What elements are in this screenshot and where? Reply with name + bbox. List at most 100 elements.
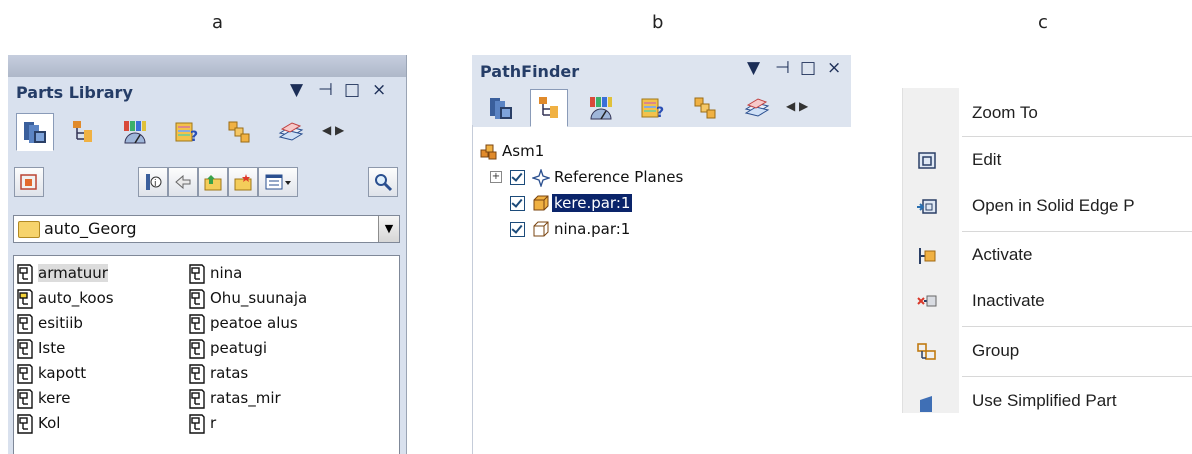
part-properties-button[interactable]: i	[138, 167, 168, 197]
menu-item-group[interactable]: Group	[902, 330, 1192, 374]
tab-family-members[interactable]	[220, 113, 258, 151]
part-file-icon	[17, 264, 33, 284]
part-file-icon	[189, 414, 205, 434]
feature-library-tab-icon: ?	[175, 122, 198, 145]
pathfinder-title: PathFinder	[480, 62, 580, 81]
file-name: kapott	[38, 364, 87, 382]
menu-item-activate[interactable]: Activate	[902, 234, 1192, 278]
file-list[interactable]: armatuur auto_koos esitiib Iste kapott kere Ko…	[13, 255, 400, 454]
folder-select-value: auto_Georg	[44, 219, 137, 238]
search-icon	[375, 174, 393, 192]
visibility-checkbox[interactable]	[510, 196, 525, 211]
pathfinder-panel: PathFinder ▼ ⊣ □ × ? ◀ ▶ Asm1 + Referenc…	[472, 55, 852, 454]
parts-library-tab-row: ? ◀ ▶	[12, 113, 402, 153]
menu-item-label: Inactivate	[972, 291, 1045, 310]
menu-item-label: Activate	[972, 245, 1033, 264]
sensors-tab-icon	[590, 97, 612, 120]
parts-library-toolbar: i	[12, 167, 402, 203]
menu-separator	[962, 136, 1192, 137]
maximize-icon[interactable]: □	[344, 80, 360, 100]
file-name: ratas_mir	[210, 389, 281, 407]
part-file-icon	[17, 314, 33, 334]
chevron-down-icon[interactable]: ▼	[378, 216, 399, 242]
layers-tab-icon	[744, 98, 770, 117]
part-file-icon	[189, 389, 205, 409]
tab-layers[interactable]	[738, 89, 776, 127]
tree-label-kere: kere.par:1	[552, 194, 633, 212]
tab-pathfinder[interactable]	[530, 89, 568, 127]
menu-item-zoom-to[interactable]: Zoom To	[902, 92, 1192, 136]
pathfinder-tab-icon	[539, 97, 558, 118]
menu-item-label: Open in Solid Edge P	[972, 196, 1135, 215]
feature-library-tab-icon: ?	[641, 98, 664, 121]
pathfinder-tab-icon	[73, 121, 92, 142]
tab-scroll-arrows[interactable]: ◀ ▶	[786, 99, 808, 113]
visibility-checkbox[interactable]	[510, 170, 525, 185]
up-folder-icon	[204, 175, 222, 191]
inactivate-icon	[917, 295, 937, 307]
place-part-button[interactable]	[14, 167, 44, 197]
search-button[interactable]	[368, 167, 398, 197]
maximize-icon[interactable]: □	[800, 58, 816, 78]
menu-item-edit[interactable]: Edit	[902, 139, 1192, 183]
tab-layers[interactable]	[272, 113, 310, 151]
view-options-button[interactable]	[258, 167, 298, 197]
family-members-tab-icon	[228, 121, 250, 143]
menu-item-inactivate[interactable]: Inactivate	[902, 280, 1192, 324]
close-icon[interactable]: ×	[372, 80, 386, 100]
part-outline-icon	[533, 221, 549, 237]
assembly-icon	[480, 144, 497, 160]
part-file-icon	[17, 414, 33, 434]
tab-parts-library[interactable]	[16, 113, 54, 151]
place-part-icon	[20, 174, 37, 190]
tab-sensors[interactable]	[582, 89, 620, 127]
up-folder-button[interactable]	[198, 167, 228, 197]
menu-item-use-simplified-part[interactable]: Use Simplified Part	[902, 380, 1192, 413]
sensors-tab-icon	[124, 121, 146, 144]
back-button[interactable]	[168, 167, 198, 197]
group-icon	[917, 343, 936, 360]
open-in-part-icon	[917, 199, 937, 214]
tab-family-members[interactable]	[686, 89, 724, 127]
part-file-icon	[17, 389, 33, 409]
menu-item-label: Edit	[972, 150, 1002, 169]
tab-feature-library[interactable]: ?	[168, 113, 206, 151]
visibility-checkbox[interactable]	[510, 222, 525, 237]
tab-sensors[interactable]	[116, 113, 154, 151]
file-name: auto_koos	[38, 289, 114, 307]
menu-item-label: Zoom To	[972, 103, 1038, 122]
tab-parts-library[interactable]	[482, 89, 520, 127]
expand-plus-icon[interactable]: +	[490, 171, 502, 183]
file-name: nina	[210, 264, 243, 282]
new-folder-icon	[234, 174, 252, 191]
folder-icon	[18, 221, 40, 238]
tab-scroll-arrows[interactable]: ◀ ▶	[322, 123, 344, 137]
file-name: Iste	[38, 339, 66, 357]
file-name: armatuur	[38, 264, 108, 282]
file-name: Ohu_suunaja	[210, 289, 308, 307]
menu-item-open-in-solid-edge[interactable]: Open in Solid Edge P	[902, 185, 1192, 229]
pin-icon[interactable]: ⊣	[775, 58, 790, 78]
tree-label-reference-planes: Reference Planes	[554, 168, 684, 186]
reference-planes-icon	[532, 169, 550, 187]
part-info-icon: i	[146, 174, 162, 190]
part-file-icon	[189, 314, 205, 334]
activate-icon	[919, 248, 936, 264]
folder-select[interactable]: auto_Georg ▼	[13, 215, 400, 243]
pin-icon[interactable]: ⊣	[318, 80, 333, 100]
edit-icon	[918, 152, 936, 169]
parts-library-tab-icon	[490, 98, 512, 119]
file-name: peatoe alus	[210, 314, 298, 332]
dropdown-menu-icon[interactable]: ▼	[747, 58, 760, 78]
close-icon[interactable]: ×	[827, 58, 841, 78]
dropdown-menu-icon[interactable]: ▼	[290, 80, 303, 100]
tab-pathfinder[interactable]	[64, 113, 102, 151]
menu-item-label: Group	[972, 341, 1020, 360]
panel-label-a: a	[212, 12, 224, 33]
part-file-icon	[17, 364, 33, 384]
assembly-file-icon	[17, 289, 33, 309]
tab-feature-library[interactable]: ?	[634, 89, 672, 127]
menu-separator	[962, 376, 1192, 377]
new-folder-button[interactable]	[228, 167, 258, 197]
view-options-icon	[265, 174, 291, 190]
